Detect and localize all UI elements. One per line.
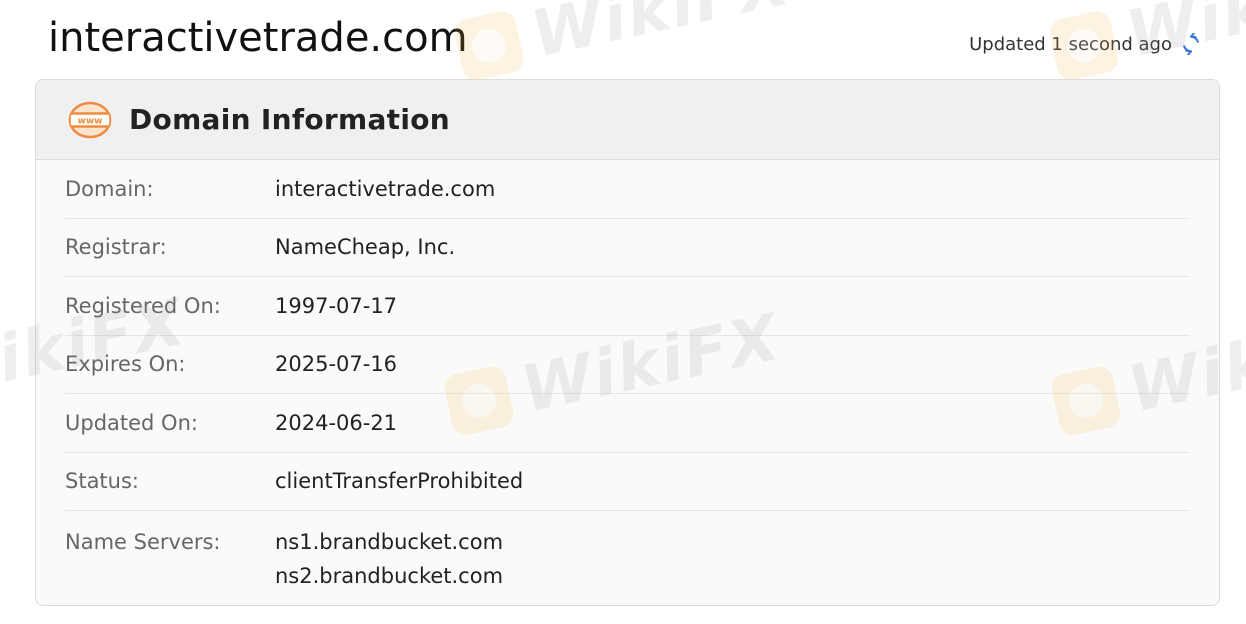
row-value: 2024-06-21 [275,410,398,435]
row-value: 2025-07-16 [275,352,398,377]
page-title: interactivetrade.com [48,15,468,61]
info-row-registered-on: Registered On: 1997-07-17 [65,277,1190,336]
row-value: NameCheap, Inc. [275,235,456,260]
info-row-expires-on: Expires On: 2025-07-16 [65,336,1190,394]
www-globe-icon: www [67,100,113,140]
watermark: WikiFX [451,0,797,88]
updated-text: Updated 1 second ago [969,33,1172,55]
row-label: Domain: [65,176,154,201]
info-row-updated-on: Updated On: 2024-06-21 [65,394,1190,453]
refresh-icon[interactable] [1180,32,1202,56]
name-server-list: ns1.brandbucket.com ns2.brandbucket.com [275,525,503,593]
updated-status: Updated 1 second ago [969,32,1202,56]
info-row-domain: Domain: interactivetrade.com [65,160,1190,219]
row-value: interactivetrade.com [275,176,496,201]
name-server: ns2.brandbucket.com [275,564,504,588]
row-label: Status: [65,469,139,494]
row-label: Registrar: [65,235,167,260]
row-value: clientTransferProhibited [275,469,524,494]
domain-information-card: www Domain Information Domain: interacti… [35,79,1220,606]
info-row-status: Status: clientTransferProhibited [65,453,1190,511]
row-label: Name Servers: [65,530,221,554]
name-server: ns1.brandbucket.com [275,530,504,554]
row-label: Registered On: [65,293,221,318]
info-row-name-servers: Name Servers: ns1.brandbucket.com ns2.br… [65,511,1190,593]
info-rows: Domain: interactivetrade.com Registrar: … [36,160,1219,593]
card-header: www Domain Information [36,80,1219,160]
row-label: Updated On: [65,410,198,435]
row-value: 1997-07-17 [275,293,398,318]
www-icon-text: www [78,116,103,126]
watermark-text: WikiFX [525,0,798,73]
info-row-registrar: Registrar: NameCheap, Inc. [65,219,1190,277]
row-label: Expires On: [65,352,186,377]
card-title: Domain Information [129,103,451,136]
